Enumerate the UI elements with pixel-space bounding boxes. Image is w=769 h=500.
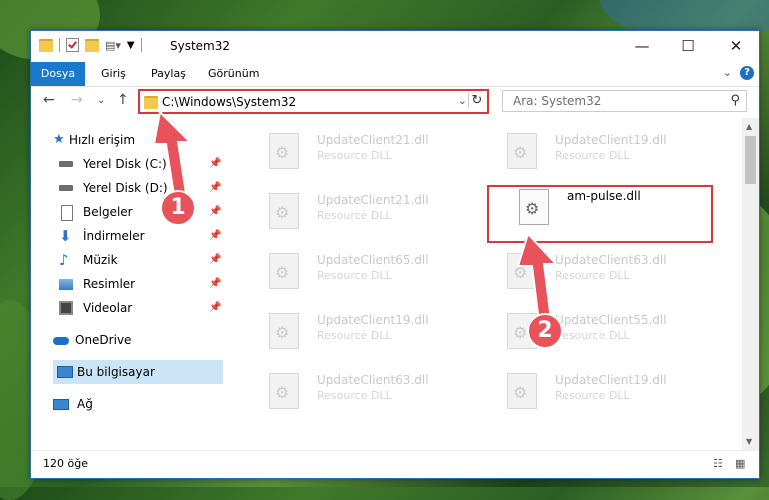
chevron-down-icon[interactable]: ⌄ <box>723 66 732 79</box>
divider <box>59 38 60 52</box>
videos-icon <box>59 301 73 315</box>
status-bar: 120 öğe ☷ ▦ <box>31 450 759 478</box>
scroll-down-icon[interactable]: ▼ <box>746 437 752 446</box>
sidebar-item-onedrive[interactable]: OneDrive <box>31 328 223 352</box>
pin-icon[interactable]: 📌 <box>209 224 221 248</box>
ribbon: Dosya Giriş Paylaş Görünüm ⌄ ? <box>31 62 759 87</box>
gear-icon: ⚙ <box>513 143 528 162</box>
quick-access-toolbar: ▤▾ ▼ <box>39 38 142 52</box>
pin-icon[interactable]: 📌 <box>209 296 221 320</box>
tab-view[interactable]: Görünüm <box>208 62 259 86</box>
gear-icon: ⚙ <box>275 323 290 342</box>
search-icon[interactable]: ⚲ <box>730 93 740 108</box>
file-list: ⚙ UpdateClient21.dll Resource DLL ⚙ Upda… <box>231 119 741 449</box>
navigation-bar: ← → ⌄ ↑ C:\Windows\System32 ⌄ ↻ Ara: Sys… <box>31 87 759 117</box>
network-icon <box>53 399 69 410</box>
folder-icon <box>39 38 53 52</box>
file-item[interactable]: ⚙ UpdateClient21.dll Resource DLL <box>249 125 464 179</box>
new-folder-icon[interactable] <box>85 38 99 52</box>
refresh-icon[interactable]: ↻ <box>468 93 485 108</box>
sidebar-item-network[interactable]: Ağ <box>31 392 223 416</box>
explorer-window: ▤▾ ▼ System32 — ☐ ✕ Dosya Giriş Paylaş G… <box>30 30 760 479</box>
sidebar-item-this-pc[interactable]: Bu bilgisayar <box>53 360 223 384</box>
pin-icon[interactable]: 📌 <box>209 248 221 272</box>
gear-icon: ⚙ <box>275 383 290 402</box>
sidebar-item-music[interactable]: ♪ Müzik 📌 <box>31 248 223 272</box>
large-icons-view-icon[interactable]: ▦ <box>735 457 745 470</box>
file-item[interactable]: ⚙ UpdateClient63.dll Resource DLL <box>249 365 464 419</box>
address-path[interactable]: C:\Windows\System32 <box>162 95 296 109</box>
properties-icon[interactable] <box>66 38 79 52</box>
chevron-down-icon[interactable]: ⌄ <box>458 94 467 107</box>
back-arrow-icon[interactable]: ← <box>43 92 55 108</box>
divider <box>140 38 142 52</box>
pictures-icon <box>59 279 73 290</box>
step-badge-1: 1 <box>160 190 196 226</box>
tab-file[interactable]: Dosya <box>31 62 85 86</box>
sidebar-item-videos[interactable]: Videolar 📌 <box>31 296 223 320</box>
tab-share[interactable]: Paylaş <box>151 62 186 86</box>
sidebar-item-pictures[interactable]: Resimler 📌 <box>31 272 223 296</box>
close-button[interactable]: ✕ <box>713 31 759 62</box>
search-input[interactable]: Ara: System32 ⚲ <box>502 90 747 112</box>
search-placeholder: Ara: System32 <box>513 94 602 108</box>
documents-icon <box>61 205 73 221</box>
computer-icon <box>57 366 73 378</box>
maximize-button[interactable]: ☐ <box>665 31 711 62</box>
music-icon: ♪ <box>59 251 69 269</box>
up-arrow-icon[interactable]: ↑ <box>117 92 129 108</box>
title-bar: ▤▾ ▼ System32 — ☐ ✕ <box>31 31 759 62</box>
cloud-icon <box>53 337 69 345</box>
file-item[interactable]: ⚙ UpdateClient65.dll Resource DLL <box>249 245 464 299</box>
file-item[interactable]: ⚙ UpdateClient19.dll Resource DLL <box>487 125 702 179</box>
drive-icon <box>59 161 73 167</box>
step-badge-2: 2 <box>527 313 563 349</box>
forward-arrow-icon[interactable]: → <box>71 92 83 108</box>
window-title: System32 <box>170 39 231 53</box>
gear-icon: ⚙ <box>275 203 290 222</box>
file-item[interactable]: ⚙ UpdateClient19.dll Resource DLL <box>487 365 702 419</box>
item-count: 120 öğe <box>43 457 88 470</box>
vertical-scrollbar[interactable]: ▲ ▼ <box>742 118 759 450</box>
recent-locations-icon[interactable]: ⌄ <box>97 95 105 106</box>
help-icon[interactable]: ? <box>740 66 754 80</box>
gear-icon: ⚙ <box>275 263 290 282</box>
sidebar-item-downloads[interactable]: ⬇ İndirmeler 📌 <box>31 224 223 248</box>
file-item[interactable]: ⚙ UpdateClient19.dll Resource DLL <box>249 305 464 359</box>
drive-icon <box>59 185 73 191</box>
star-icon: ★ <box>53 132 65 147</box>
scrollbar-thumb[interactable] <box>745 136 756 184</box>
chevron-down-icon[interactable]: ▼ <box>127 40 135 51</box>
tab-home[interactable]: Giriş <box>101 62 126 86</box>
minimize-button[interactable]: — <box>619 31 665 62</box>
download-icon: ⬇ <box>59 227 72 245</box>
file-item[interactable]: ⚙ UpdateClient21.dll Resource DLL <box>249 185 464 239</box>
customize-toolbar-icon[interactable]: ▤▾ <box>105 39 121 52</box>
gear-icon: ⚙ <box>275 143 290 162</box>
gear-icon: ⚙ <box>513 383 528 402</box>
details-view-icon[interactable]: ☷ <box>713 457 723 470</box>
pin-icon[interactable]: 📌 <box>209 272 221 296</box>
scroll-up-icon[interactable]: ▲ <box>746 122 752 131</box>
